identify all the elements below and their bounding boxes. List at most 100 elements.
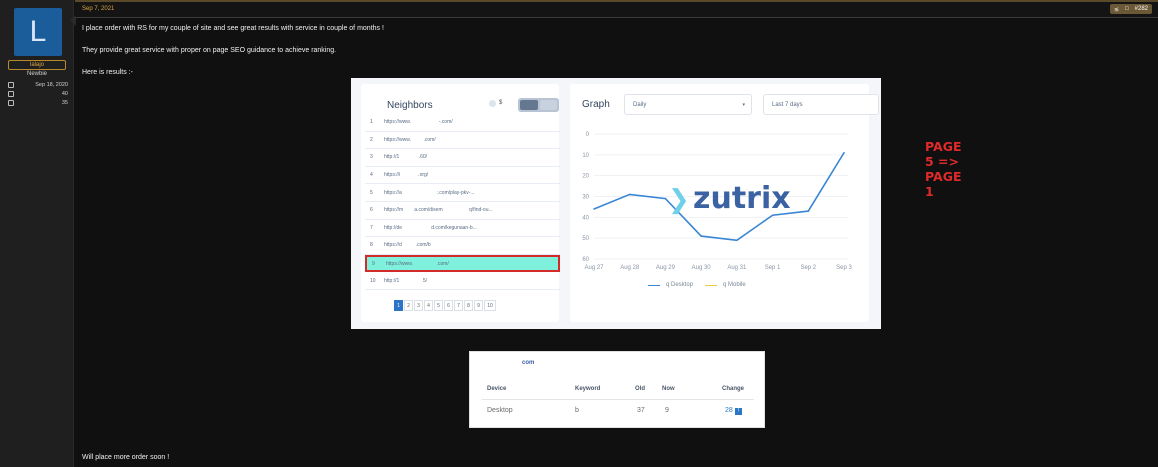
neighbor-url[interactable]: https://www. .com/ <box>384 137 436 143</box>
page-button-8[interactable]: 8 <box>464 300 473 311</box>
page-button-9[interactable]: 9 <box>474 300 483 311</box>
data-point[interactable] <box>807 210 810 212</box>
username[interactable]: lalajo <box>8 60 66 70</box>
page-button-1[interactable]: 1 <box>394 300 403 311</box>
stat-messages: 40 <box>8 91 68 97</box>
table-row: Desktop b 37 9 28! <box>487 407 749 417</box>
data-point[interactable] <box>736 239 738 242</box>
change-badge: ! <box>734 408 742 415</box>
x-tick-label: Aug 31 <box>727 265 747 271</box>
row-now: 9 <box>665 407 669 414</box>
y-tick-label: 60 <box>582 257 589 263</box>
neighbor-url[interactable]: https://i .org/ <box>384 172 428 178</box>
neighbor-rank: 3 <box>370 154 373 161</box>
y-tick-label: 0 <box>586 132 590 138</box>
neighbors-title: Neighbors <box>387 100 433 111</box>
neighbor-rank: 9 <box>372 260 375 267</box>
neighbor-row[interactable]: 3 http://1 .60/ <box>365 149 560 167</box>
period-select: Daily ▾ <box>624 94 752 115</box>
col-keyword: Keyword <box>575 386 601 392</box>
neighbors-list: 1 https://www. -.com/2 https://www. .com/3… <box>365 114 560 290</box>
post-text-line2: They provide great service with proper o… <box>82 47 337 54</box>
avatar[interactable]: L <box>14 8 62 56</box>
neighbor-row[interactable]: 9 https://www. .com/ <box>365 254 560 273</box>
range-select: Last 7 days <box>763 94 879 115</box>
x-tick-label: Aug 28 <box>620 265 640 271</box>
neighbor-row[interactable]: 1 https://www. -.com/ <box>365 114 560 132</box>
row-old: 37 <box>637 407 645 414</box>
x-tick-label: Sep 1 <box>765 265 781 271</box>
neighbor-rank: 5 <box>370 189 373 196</box>
page-button-3[interactable]: 3 <box>414 300 423 311</box>
page-button-7[interactable]: 7 <box>454 300 463 311</box>
chart-legend: q Desktop q Mobile <box>648 282 746 288</box>
device-toggle <box>518 98 559 112</box>
neighbor-url[interactable]: http://1 5/ <box>384 278 427 284</box>
neighbor-row[interactable]: 2 https://www. .com/ <box>365 132 560 150</box>
x-tick-label: Aug 29 <box>656 265 676 271</box>
row-change: 28! <box>725 407 742 415</box>
neighbor-row[interactable]: 5 https://a :.com/play-pkv-... <box>365 184 560 202</box>
user-title: Newbie <box>26 71 47 77</box>
data-point[interactable] <box>664 197 667 200</box>
period-select-value: Daily <box>633 102 647 108</box>
col-old: Old <box>635 386 645 392</box>
data-point[interactable] <box>700 235 702 237</box>
neighbor-row[interactable]: 6 https://m a.com/disem q/find-ou... <box>365 202 560 220</box>
data-point[interactable] <box>843 151 845 154</box>
table-header: Device Keyword Old Now Change <box>487 386 749 396</box>
neighbor-row[interactable]: 4 https://i .org/ <box>365 167 560 185</box>
legend-desktop: q Desktop <box>666 282 694 288</box>
graph-title: Graph <box>582 99 610 110</box>
neighbor-row[interactable]: 7 http://de d.com/kegunaan-b... <box>365 220 560 238</box>
ranking-table-screenshot[interactable]: com Device Keyword Old Now Change Deskto… <box>469 351 765 428</box>
col-device: Device <box>487 386 507 392</box>
neighbor-url[interactable]: https://www. .com/ <box>386 261 449 267</box>
joined-value: Sep 18, 2020 <box>35 82 68 88</box>
y-tick-label: 30 <box>582 195 589 201</box>
page-button-10[interactable]: 10 <box>484 300 496 311</box>
y-tick-label: 10 <box>582 153 589 159</box>
desktop-icon <box>520 100 538 110</box>
y-tick-label: 20 <box>582 174 589 180</box>
neighbor-row[interactable]: 10 http://1 5/ <box>365 272 560 290</box>
user-sidebar: L lalajo Newbie Sep 18, 2020 40 35 <box>0 0 74 467</box>
post-text-line3: Here is results :- <box>82 69 133 76</box>
post-number[interactable]: #282 <box>1135 6 1148 12</box>
table-domain: com <box>522 360 535 366</box>
results-screenshot[interactable]: Neighbors $ 1 https://www. -.com/2 https:/… <box>351 78 962 329</box>
neighbor-url[interactable]: https://www. -.com/ <box>384 119 453 125</box>
neighbor-url[interactable]: http://1 .60/ <box>384 154 427 160</box>
pagination: 1 2 3 4 5 6 7 8 9 10 <box>394 300 496 311</box>
page-button-2[interactable]: 2 <box>404 300 413 311</box>
chevron-down-icon: ▾ <box>742 102 745 108</box>
page-button-4[interactable]: 4 <box>424 300 433 311</box>
data-point[interactable] <box>628 193 631 196</box>
post-date[interactable]: Sep 7, 2021 <box>82 6 114 12</box>
annotation: PAGE 5 => PAGE 1 <box>925 139 962 199</box>
neighbor-row[interactable]: 8 https://d .com/b <box>365 237 560 255</box>
neighbor-rank: 10 <box>370 277 376 284</box>
forum-post: L lalajo Newbie Sep 18, 2020 40 35 Sep 7… <box>0 0 1158 467</box>
neighbor-rank: 7 <box>370 224 373 231</box>
post-closing: Will place more order soon ! <box>82 454 170 461</box>
row-keyword: b <box>575 407 579 414</box>
dollar-label: $ <box>499 100 503 106</box>
neighbor-url[interactable]: https://d .com/b <box>384 242 431 248</box>
page-button-5[interactable]: 5 <box>434 300 443 311</box>
share-icon[interactable]: ≲ <box>1114 6 1119 13</box>
neighbor-rank: 4 <box>370 172 373 179</box>
mobile-icon <box>540 100 557 110</box>
graph-panel: Graph Daily ▾ Last 7 days PAGE 5 => PAGE… <box>570 84 962 322</box>
page-button-6[interactable]: 6 <box>444 300 453 311</box>
neighbor-rank: 2 <box>370 136 373 143</box>
bookmark-icon[interactable]: □ <box>1125 6 1129 12</box>
legend-mobile-swatch <box>705 284 718 286</box>
neighbor-url[interactable]: https://a :.com/play-pkv-... <box>384 190 475 196</box>
calendar-icon <box>8 82 14 88</box>
dot-icon <box>489 100 496 107</box>
zutrix-logo-icon: ❯ <box>668 185 690 215</box>
data-point[interactable] <box>593 208 595 210</box>
neighbor-url[interactable]: http://de d.com/kegunaan-b... <box>384 225 477 231</box>
neighbor-url[interactable]: https://m a.com/disem q/find-ou... <box>384 207 493 213</box>
